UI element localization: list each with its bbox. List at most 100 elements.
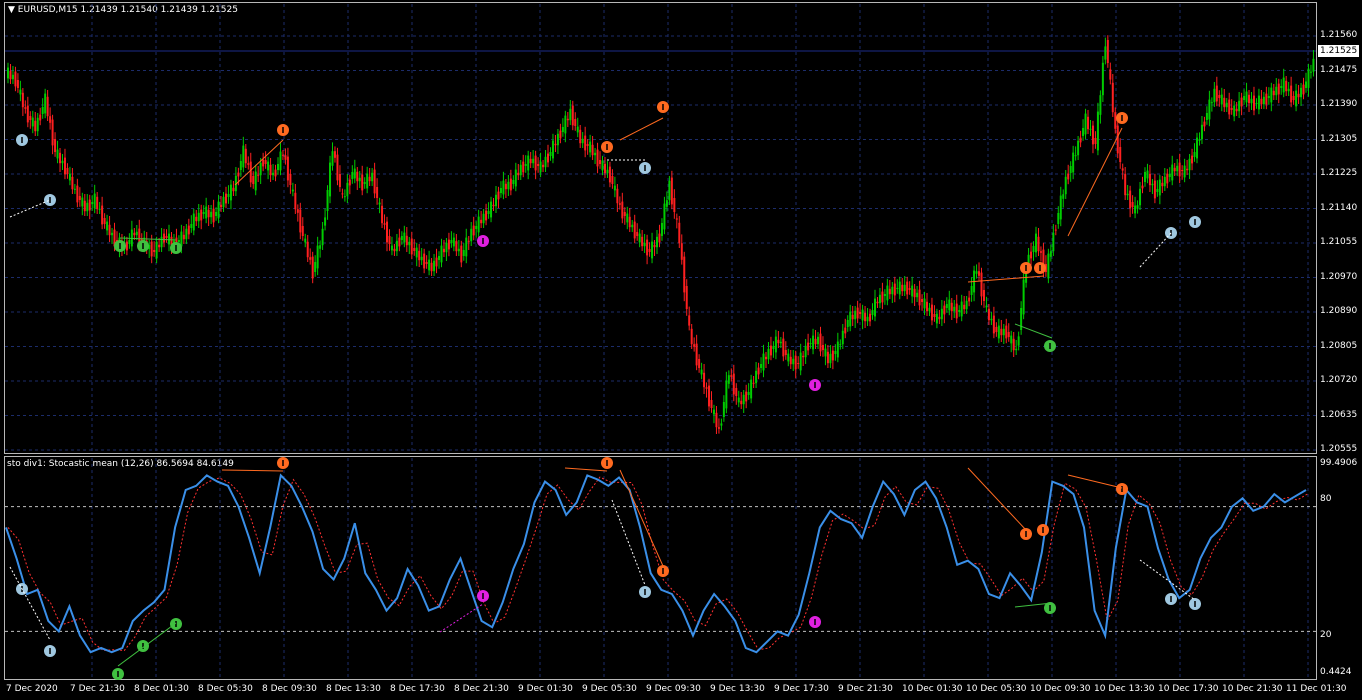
- time-tick-label: 9 Dec 21:30: [838, 684, 893, 694]
- candle-body: [361, 174, 364, 191]
- candle-body: [646, 239, 649, 256]
- candle-body: [1220, 94, 1223, 105]
- candle-body: [1101, 62, 1104, 96]
- candle-body: [324, 217, 327, 226]
- candle-body: [943, 305, 946, 315]
- candle-body: [750, 379, 753, 399]
- candle-body: [450, 240, 453, 243]
- candle-body: [1191, 155, 1194, 164]
- candle-body: [333, 151, 336, 158]
- divergence-line: [221, 469, 284, 472]
- candle-body: [891, 286, 894, 295]
- candle-body: [712, 409, 715, 415]
- candle-body: [861, 309, 864, 321]
- candle-body: [757, 367, 760, 375]
- candle-body: [168, 233, 171, 245]
- candle-body: [1015, 348, 1018, 351]
- candle-body: [532, 158, 535, 164]
- candle-body: [670, 177, 673, 205]
- candle-body: [799, 352, 802, 371]
- candle-body: [1193, 152, 1196, 157]
- candle-body: [948, 299, 951, 311]
- candle-body: [348, 179, 351, 186]
- candle-body: [1099, 95, 1102, 115]
- candle-body: [839, 344, 842, 346]
- candle-body: [1302, 84, 1305, 95]
- candle-body: [584, 135, 587, 151]
- candle-body: [982, 290, 985, 301]
- candle-body: [294, 192, 297, 210]
- candle-body: [1285, 80, 1288, 92]
- candle-body: [1186, 168, 1189, 171]
- candle-body: [886, 285, 889, 301]
- candle-body: [851, 314, 854, 320]
- candle-body: [539, 161, 542, 173]
- candle-body: [703, 372, 706, 388]
- candle-body: [202, 212, 205, 214]
- candle-body: [1245, 91, 1248, 103]
- price-chart-canvas[interactable]: [0, 0, 1362, 700]
- candle-body: [1233, 105, 1236, 117]
- candle-body: [428, 259, 431, 271]
- candle-body: [1252, 95, 1255, 111]
- candle-body: [470, 228, 473, 242]
- price-tick-label: 1.20890: [1320, 306, 1358, 316]
- candle-body: [1178, 162, 1181, 177]
- candle-body: [881, 291, 884, 303]
- divergence-line: [619, 117, 664, 141]
- candle-body: [849, 311, 852, 327]
- candle-body: [440, 245, 443, 263]
- time-tick-label: 7 Dec 21:30: [70, 684, 125, 694]
- candle-body: [549, 152, 552, 156]
- indicator-level-80: 80: [1320, 494, 1332, 504]
- candle-body: [608, 166, 611, 183]
- candle-body: [331, 151, 334, 166]
- candle-body: [363, 182, 366, 184]
- candle-body: [524, 164, 527, 166]
- candle-body: [673, 198, 676, 212]
- candle-body: [574, 119, 577, 126]
- candle-body: [7, 67, 9, 79]
- candle-body: [507, 181, 510, 190]
- candle-body: [1077, 140, 1080, 156]
- candle-body: [63, 157, 66, 175]
- candle-body: [128, 240, 131, 244]
- candle-body: [1305, 81, 1307, 88]
- candle-body: [1141, 185, 1144, 189]
- candle-body: [1054, 229, 1057, 231]
- candle-body: [908, 288, 911, 290]
- candle-body: [252, 176, 255, 184]
- candle-body: [472, 225, 475, 236]
- candle-body: [1213, 88, 1216, 103]
- candle-body: [9, 70, 12, 80]
- price-tick-label: 1.21225: [1320, 168, 1358, 178]
- candle-body: [663, 203, 666, 230]
- candle-body: [831, 350, 834, 361]
- candle-body: [1255, 103, 1258, 104]
- candle-body: [628, 216, 631, 228]
- candle-body: [160, 236, 163, 248]
- candle-body: [559, 130, 562, 139]
- candle-body: [1089, 128, 1092, 130]
- candle-body: [963, 304, 966, 310]
- candle-body: [710, 400, 713, 408]
- candle-body: [727, 375, 730, 384]
- candle-body: [576, 126, 579, 133]
- candle-body: [1272, 90, 1275, 96]
- candle-body: [769, 345, 772, 356]
- candle-body: [1267, 96, 1270, 98]
- candle-body: [39, 114, 42, 121]
- indicator-level-max: 99.4906: [1320, 458, 1358, 468]
- candle-body: [224, 193, 227, 204]
- price-tick-label: 1.21390: [1320, 99, 1358, 109]
- candle-body: [425, 262, 428, 264]
- candle-body: [274, 169, 277, 177]
- candle-body: [1225, 102, 1228, 108]
- candle-body: [262, 159, 265, 167]
- candle-body: [1282, 77, 1285, 93]
- candle-body: [871, 310, 874, 315]
- candle-body: [542, 164, 545, 168]
- candle-body: [579, 129, 582, 144]
- candle-body: [747, 392, 750, 395]
- candle-body: [1208, 99, 1211, 120]
